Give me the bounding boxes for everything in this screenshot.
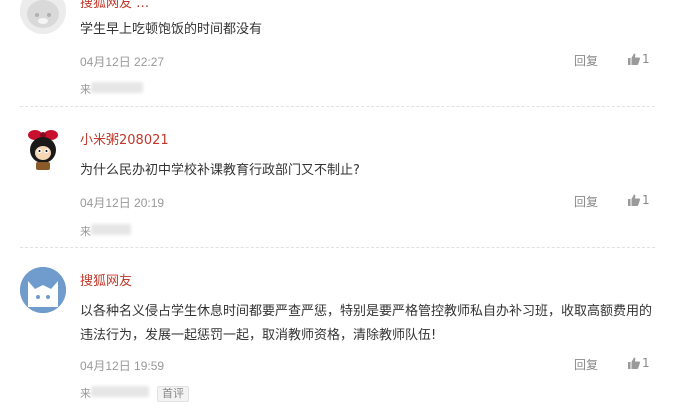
reply-button[interactable]: 回复 — [574, 193, 598, 210]
reply-button[interactable]: 回复 — [574, 356, 598, 373]
user-avatar[interactable] — [20, 267, 66, 313]
comment-content: 以各种名义侵占学生休息时间都要严查严惩，特别是要严格管控教师私自办补习班，收取高… — [80, 304, 653, 343]
comment-divider — [20, 247, 655, 248]
like-button[interactable]: 1 — [628, 193, 650, 207]
comment-source: 来 — [80, 81, 143, 97]
like-count: 1 — [642, 193, 650, 207]
comment-source: 来 — [80, 223, 131, 239]
comment-content: 为什么民办初中学校补课教育行政部门又不制止? — [80, 163, 360, 178]
comment-time: 04月12日 20:19 — [80, 196, 165, 210]
thumbs-up-icon — [628, 53, 640, 65]
thumbs-up-icon — [628, 194, 640, 206]
comment-username[interactable]: 搜狐网友 … — [80, 0, 149, 11]
source-prefix: 来 — [80, 225, 91, 238]
blurred-source — [91, 224, 131, 235]
comment-time: 04月12日 22:27 — [80, 55, 165, 69]
reply-button[interactable]: 回复 — [574, 52, 598, 69]
grey-cat-avatar-icon — [20, 0, 66, 34]
cartoon-character-avatar-icon — [20, 126, 66, 172]
comment-username[interactable]: 搜狐网友 — [80, 270, 132, 289]
source-prefix: 来 — [80, 387, 91, 400]
comment-divider — [20, 106, 655, 107]
thumbs-up-icon — [628, 357, 640, 369]
blurred-source — [91, 386, 149, 397]
first-review-badge: 首评 — [157, 386, 189, 402]
comment-item: 小米粥208021 为什么民办初中学校补课教育行政部门又不制止? 04月12日 … — [0, 117, 692, 245]
blue-fox-avatar-icon — [20, 267, 66, 313]
like-count: 1 — [642, 52, 650, 66]
like-button[interactable]: 1 — [628, 52, 650, 66]
like-button[interactable]: 1 — [628, 356, 650, 370]
comment-source: 来 首评 — [80, 385, 189, 402]
source-prefix: 来 — [80, 83, 91, 96]
comment-item: 搜狐网友 以各种名义侵占学生休息时间都要严查严惩，特别是要严格管控教师私自办补习… — [0, 258, 692, 408]
user-avatar[interactable] — [20, 0, 66, 34]
comment-username[interactable]: 小米粥208021 — [80, 129, 169, 148]
comment-time: 04月12日 19:59 — [80, 359, 165, 373]
like-count: 1 — [642, 356, 650, 370]
user-avatar[interactable] — [20, 126, 66, 172]
comment-item: 搜狐网友 … 学生早上吃顿饱饭的时间都没有 04月12日 22:27 回复 1 … — [0, 0, 692, 105]
blurred-source — [91, 82, 143, 93]
comment-content: 学生早上吃顿饱饭的时间都没有 — [80, 22, 263, 37]
